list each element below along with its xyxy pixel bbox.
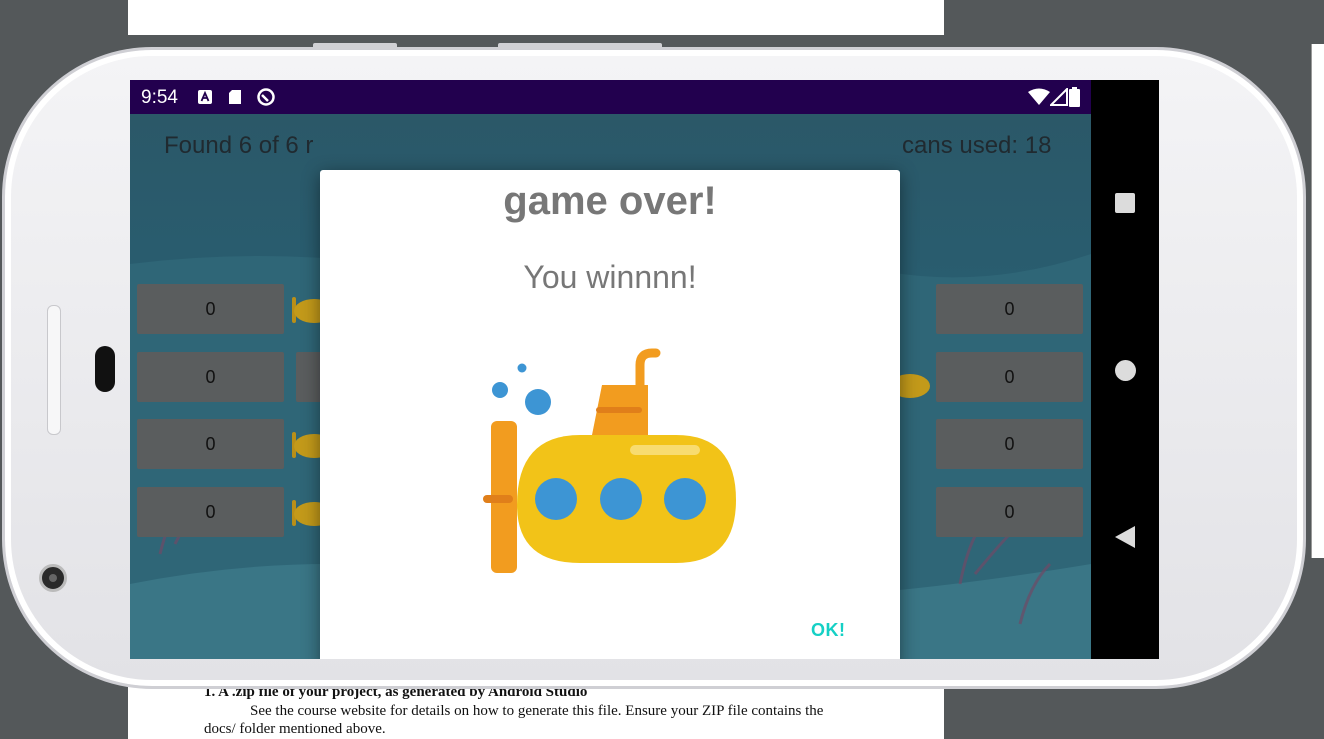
- dialog-title: game over!: [503, 179, 717, 223]
- signal-icon: [1050, 88, 1068, 106]
- status-bar: 9:54: [130, 80, 1091, 114]
- status-time: 9:54: [141, 87, 178, 108]
- volume-button[interactable]: [313, 43, 397, 49]
- ships-found-label: Found 6 of 6 r: [164, 132, 314, 159]
- document-line-3: docs/ folder mentioned above.: [204, 721, 386, 737]
- document-page-top: [128, 0, 944, 35]
- back-icon[interactable]: [1115, 526, 1135, 548]
- ok-button[interactable]: OK!: [811, 620, 846, 641]
- sync-icon: [257, 88, 275, 106]
- grid-cell[interactable]: 0: [936, 419, 1083, 469]
- recents-icon[interactable]: [1115, 193, 1135, 213]
- navigation-bar: [1091, 80, 1159, 659]
- game-screen: Found 6 of 6 r cans used: 18 0 0 0 0 0 0…: [130, 114, 1091, 659]
- grid-cell[interactable]: 0: [936, 284, 1083, 334]
- grid-cell[interactable]: 0: [936, 352, 1083, 402]
- submarine-icon: [292, 432, 320, 458]
- front-sensor: [95, 346, 115, 392]
- battery-icon: [1069, 87, 1080, 107]
- speaker-grille: [47, 305, 61, 435]
- grid-cell[interactable]: 0: [137, 284, 284, 334]
- sd-card-icon: [229, 90, 241, 104]
- camera-icon: [39, 564, 67, 592]
- home-icon[interactable]: [1115, 360, 1136, 381]
- grid-cell[interactable]: 0: [137, 487, 284, 537]
- document-page-right: [1311, 44, 1324, 558]
- submarine-icon: [292, 500, 320, 526]
- submarine-icon: [292, 297, 320, 323]
- game-over-dialog: game over! You winnnn! OK!: [320, 170, 900, 659]
- wifi-icon: [1028, 88, 1050, 105]
- submarine-icon: [483, 348, 736, 573]
- grid-cell[interactable]: 0: [137, 419, 284, 469]
- phone-screen: 9:54 Found 6 of 6 r cans used: 18 0 0 0 …: [130, 80, 1159, 659]
- power-button[interactable]: [498, 43, 662, 49]
- submarine-icon: [900, 374, 930, 398]
- document-line-2: See the course website for details on ho…: [250, 703, 824, 719]
- scans-used-label: cans used: 18: [902, 132, 1052, 159]
- dialog-message: You winnnn!: [523, 259, 697, 295]
- grid-cell[interactable]: 0: [137, 352, 284, 402]
- grid-cell[interactable]: 0: [936, 487, 1083, 537]
- a-notification-icon: [198, 90, 212, 104]
